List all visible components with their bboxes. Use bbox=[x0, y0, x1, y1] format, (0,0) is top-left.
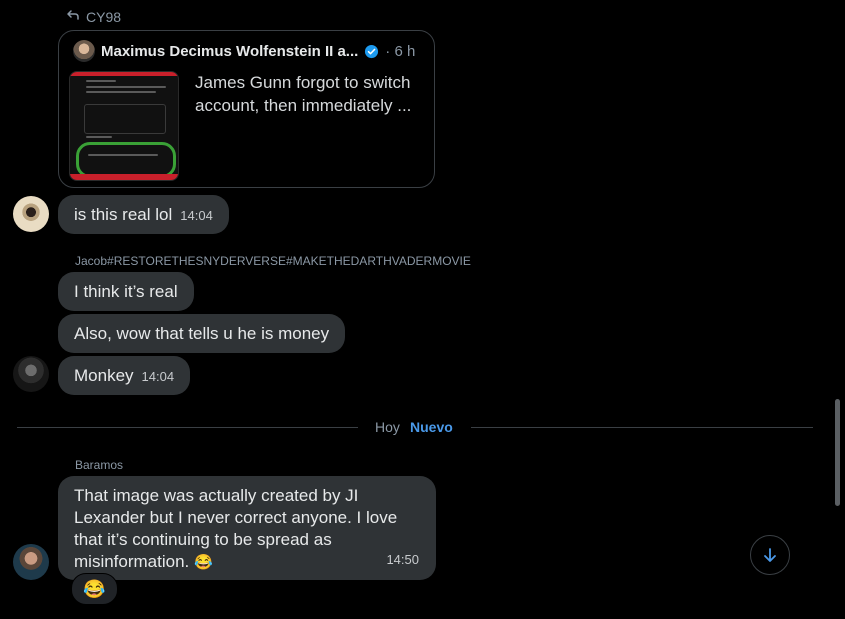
message-time: 14:04 bbox=[141, 369, 175, 384]
avatar[interactable] bbox=[13, 544, 49, 580]
message-text: is this real lol bbox=[74, 205, 173, 224]
message-time: 14:50 bbox=[386, 552, 419, 567]
scroll-to-bottom-button[interactable] bbox=[750, 535, 790, 575]
reaction-emoji: 😂 bbox=[83, 578, 106, 599]
thumbnail-line bbox=[86, 86, 166, 88]
quoted-post-card[interactable]: Maximus Decimus Wolfenstein II a... · 6 … bbox=[58, 30, 435, 188]
avatar[interactable] bbox=[13, 356, 49, 392]
thumbnail-line bbox=[86, 136, 112, 138]
message-text: I think it’s real bbox=[74, 282, 178, 301]
avatar[interactable] bbox=[13, 196, 49, 232]
quoted-post-thumbnail[interactable] bbox=[69, 71, 179, 181]
message-line: That image was actually created by JI bbox=[74, 486, 359, 505]
scrollbar-thumb[interactable] bbox=[835, 399, 840, 506]
laughing-emoji: 😂 bbox=[194, 554, 213, 571]
quoted-post-text: James Gunn forgot to switch account, the… bbox=[195, 73, 412, 115]
thumbnail-line bbox=[86, 80, 116, 82]
message-bubble[interactable]: That image was actually created by JI Le… bbox=[58, 476, 436, 580]
arrow-down-icon bbox=[764, 548, 776, 562]
divider-line bbox=[17, 427, 358, 428]
quoted-post-avatar bbox=[73, 40, 95, 62]
thumbnail-border bbox=[70, 174, 178, 180]
divider-line bbox=[471, 427, 813, 428]
thumbnail-green-scribble bbox=[76, 142, 176, 178]
quoted-post-header: Maximus Decimus Wolfenstein II a... · 6 … bbox=[73, 40, 424, 62]
message-text: Monkey bbox=[74, 366, 134, 385]
message-sender: Jacob#RESTORETHESNYDERVERSE#MAKETHEDARTH… bbox=[75, 254, 471, 268]
dm-conversation: CY98 Maximus Decimus Wolfenstein II a...… bbox=[0, 0, 845, 619]
thumbnail-border bbox=[70, 72, 178, 76]
message-text: Also, wow that tells u he is money bbox=[74, 324, 330, 343]
message-time: 14:04 bbox=[180, 208, 213, 223]
message-line-last: misinformation. 😂 bbox=[74, 551, 420, 574]
message-line: misinformation. bbox=[74, 552, 190, 571]
message-bubble[interactable]: Also, wow that tells u he is money bbox=[58, 314, 346, 353]
message-line: Lexander but I never correct anyone. I l… bbox=[74, 508, 398, 527]
thumbnail-line bbox=[88, 154, 158, 156]
quoted-post-author: Maximus Decimus Wolfenstein II a... bbox=[101, 42, 359, 60]
message-sender: Baramos bbox=[75, 458, 124, 472]
message-bubble[interactable]: I think it’s real bbox=[58, 272, 194, 311]
message-bubble[interactable]: is this real lol 14:04 bbox=[58, 195, 229, 234]
thumbnail-embedded-box bbox=[84, 104, 166, 134]
divider-day: Hoy bbox=[375, 419, 400, 435]
quoted-post-age: · 6 h bbox=[385, 42, 416, 60]
message-bubble[interactable]: Monkey 14:04 bbox=[58, 356, 191, 395]
message-line: that it’s continuing to be spread as bbox=[74, 530, 332, 549]
thumbnail-line bbox=[86, 91, 156, 93]
reply-reference-name: CY98 bbox=[86, 8, 122, 25]
message-reaction[interactable]: 😂 bbox=[71, 573, 118, 605]
divider-new-label: Nuevo bbox=[410, 419, 453, 435]
verified-badge-icon bbox=[365, 44, 379, 58]
reply-reference[interactable]: CY98 bbox=[66, 8, 121, 25]
reply-arrow-icon bbox=[66, 8, 80, 25]
